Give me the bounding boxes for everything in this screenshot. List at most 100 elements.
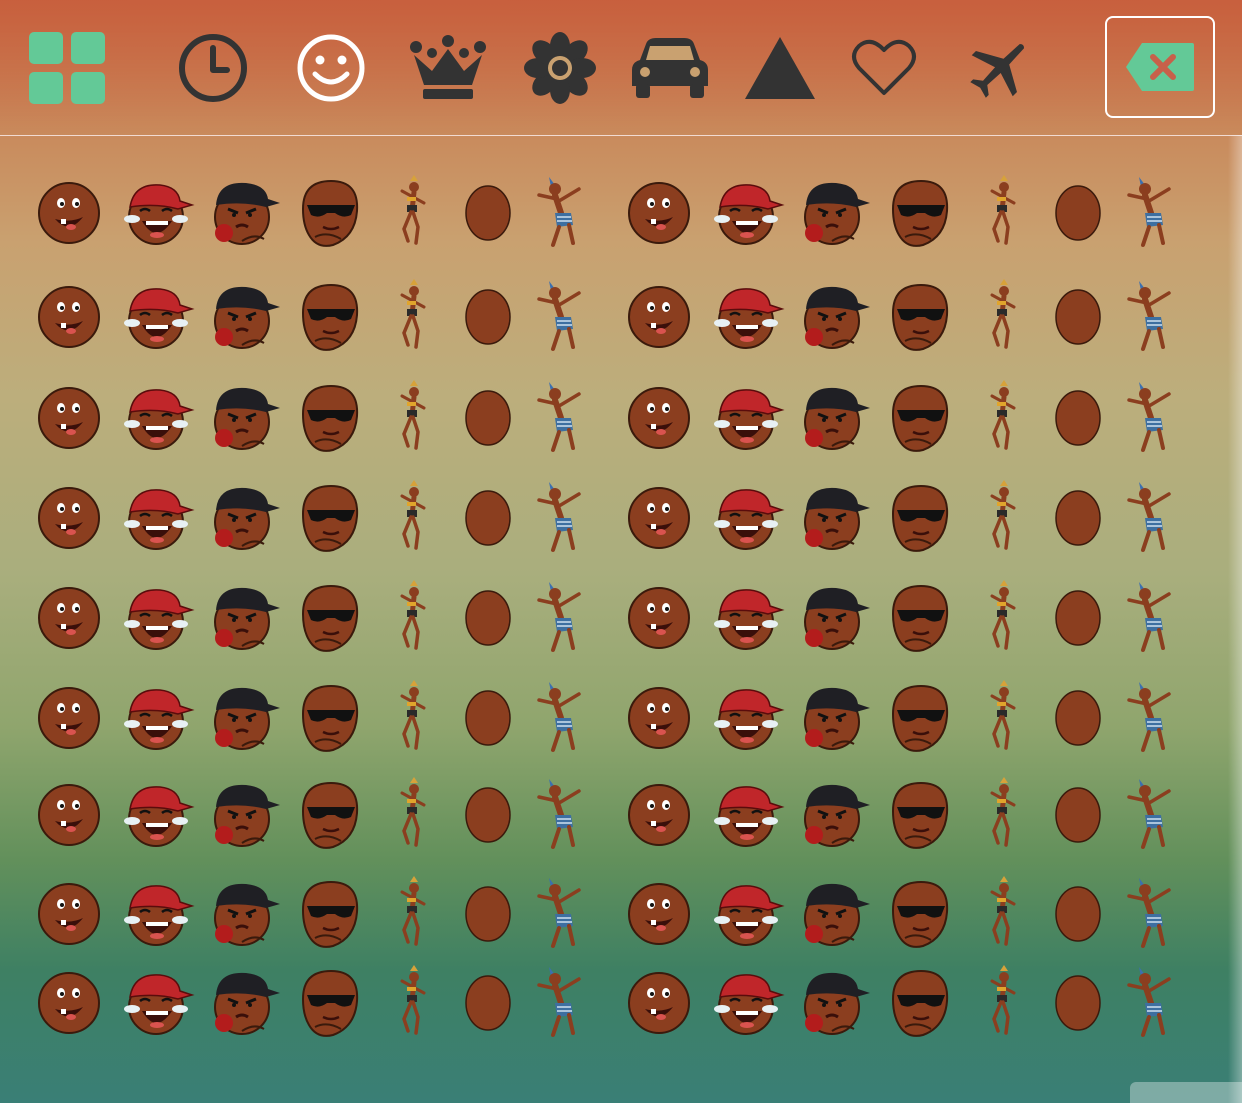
dancing-woman-emoji[interactable] — [964, 480, 1040, 556]
dancing-woman-emoji[interactable] — [964, 876, 1040, 952]
black-cap-angry-emoji[interactable] — [208, 580, 284, 656]
dancing-woman-emoji[interactable] — [964, 965, 1040, 1041]
black-cap-angry-emoji[interactable] — [208, 965, 284, 1041]
dancing-woman-emoji[interactable] — [374, 175, 450, 251]
blank-brown-oval-emoji[interactable] — [1040, 965, 1116, 1041]
dancing-man-emoji[interactable] — [1115, 279, 1191, 355]
red-cap-laughing-emoji[interactable] — [710, 876, 786, 952]
black-cap-angry-emoji[interactable] — [798, 279, 874, 355]
dancing-woman-emoji[interactable] — [964, 680, 1040, 756]
black-cap-angry-emoji[interactable] — [208, 876, 284, 952]
red-cap-laughing-emoji[interactable] — [120, 965, 196, 1041]
blank-brown-oval-emoji[interactable] — [1040, 777, 1116, 853]
blank-brown-oval-emoji[interactable] — [450, 580, 526, 656]
sunglasses-bald-emoji[interactable] — [293, 580, 369, 656]
black-cap-angry-emoji[interactable] — [208, 777, 284, 853]
sunglasses-bald-emoji[interactable] — [883, 175, 959, 251]
blank-brown-oval-emoji[interactable] — [450, 777, 526, 853]
surprised-face-emoji[interactable] — [621, 580, 697, 656]
dancing-woman-emoji[interactable] — [374, 680, 450, 756]
dancing-woman-emoji[interactable] — [374, 777, 450, 853]
sunglasses-bald-emoji[interactable] — [883, 876, 959, 952]
black-cap-angry-emoji[interactable] — [208, 175, 284, 251]
red-cap-laughing-emoji[interactable] — [120, 580, 196, 656]
red-cap-laughing-emoji[interactable] — [710, 680, 786, 756]
dancing-man-emoji[interactable] — [1115, 480, 1191, 556]
red-cap-laughing-emoji[interactable] — [120, 175, 196, 251]
dancing-man-emoji[interactable] — [1115, 965, 1191, 1041]
surprised-face-emoji[interactable] — [31, 680, 107, 756]
sunglasses-bald-emoji[interactable] — [883, 480, 959, 556]
black-cap-angry-emoji[interactable] — [798, 580, 874, 656]
red-cap-laughing-emoji[interactable] — [710, 580, 786, 656]
blank-brown-oval-emoji[interactable] — [450, 876, 526, 952]
sunglasses-bald-emoji[interactable] — [293, 175, 369, 251]
blank-brown-oval-emoji[interactable] — [1040, 580, 1116, 656]
dancing-woman-emoji[interactable] — [374, 965, 450, 1041]
dancing-man-emoji[interactable] — [525, 965, 601, 1041]
dancing-woman-emoji[interactable] — [374, 580, 450, 656]
surprised-face-emoji[interactable] — [621, 876, 697, 952]
dancing-man-emoji[interactable] — [1115, 777, 1191, 853]
blank-brown-oval-emoji[interactable] — [1040, 380, 1116, 456]
sunglasses-bald-emoji[interactable] — [293, 480, 369, 556]
sunglasses-bald-emoji[interactable] — [883, 580, 959, 656]
red-cap-laughing-emoji[interactable] — [120, 279, 196, 355]
dancing-man-emoji[interactable] — [525, 175, 601, 251]
black-cap-angry-emoji[interactable] — [798, 480, 874, 556]
red-cap-laughing-emoji[interactable] — [710, 175, 786, 251]
sunglasses-bald-emoji[interactable] — [293, 965, 369, 1041]
dancing-man-emoji[interactable] — [525, 680, 601, 756]
dancing-man-emoji[interactable] — [525, 480, 601, 556]
sunglasses-bald-emoji[interactable] — [883, 279, 959, 355]
blank-brown-oval-emoji[interactable] — [1040, 876, 1116, 952]
dancing-man-emoji[interactable] — [525, 380, 601, 456]
sunglasses-bald-emoji[interactable] — [293, 680, 369, 756]
dancing-man-emoji[interactable] — [1115, 380, 1191, 456]
red-cap-laughing-emoji[interactable] — [120, 777, 196, 853]
red-cap-laughing-emoji[interactable] — [120, 480, 196, 556]
dancing-man-emoji[interactable] — [1115, 680, 1191, 756]
blank-brown-oval-emoji[interactable] — [450, 175, 526, 251]
red-cap-laughing-emoji[interactable] — [710, 279, 786, 355]
red-cap-laughing-emoji[interactable] — [120, 876, 196, 952]
black-cap-angry-emoji[interactable] — [208, 480, 284, 556]
surprised-face-emoji[interactable] — [31, 580, 107, 656]
blank-brown-oval-emoji[interactable] — [450, 480, 526, 556]
red-cap-laughing-emoji[interactable] — [120, 680, 196, 756]
dancing-man-emoji[interactable] — [525, 279, 601, 355]
blank-brown-oval-emoji[interactable] — [450, 965, 526, 1041]
sunglasses-bald-emoji[interactable] — [883, 680, 959, 756]
black-cap-angry-emoji[interactable] — [208, 380, 284, 456]
red-cap-laughing-emoji[interactable] — [710, 480, 786, 556]
red-cap-laughing-emoji[interactable] — [710, 380, 786, 456]
surprised-face-emoji[interactable] — [31, 175, 107, 251]
blank-brown-oval-emoji[interactable] — [450, 279, 526, 355]
surprised-face-emoji[interactable] — [621, 279, 697, 355]
dancing-man-emoji[interactable] — [1115, 580, 1191, 656]
black-cap-angry-emoji[interactable] — [208, 680, 284, 756]
surprised-face-emoji[interactable] — [621, 480, 697, 556]
surprised-face-emoji[interactable] — [31, 480, 107, 556]
sunglasses-bald-emoji[interactable] — [293, 777, 369, 853]
sunglasses-bald-emoji[interactable] — [293, 876, 369, 952]
dancing-man-emoji[interactable] — [525, 876, 601, 952]
dancing-man-emoji[interactable] — [1115, 175, 1191, 251]
dancing-woman-emoji[interactable] — [964, 279, 1040, 355]
surprised-face-emoji[interactable] — [621, 965, 697, 1041]
black-cap-angry-emoji[interactable] — [798, 680, 874, 756]
dancing-woman-emoji[interactable] — [964, 380, 1040, 456]
blank-brown-oval-emoji[interactable] — [1040, 480, 1116, 556]
blank-brown-oval-emoji[interactable] — [450, 680, 526, 756]
dancing-man-emoji[interactable] — [525, 777, 601, 853]
sunglasses-bald-emoji[interactable] — [883, 965, 959, 1041]
black-cap-angry-emoji[interactable] — [798, 876, 874, 952]
blank-brown-oval-emoji[interactable] — [1040, 175, 1116, 251]
dancing-woman-emoji[interactable] — [374, 380, 450, 456]
dancing-man-emoji[interactable] — [525, 580, 601, 656]
black-cap-angry-emoji[interactable] — [208, 279, 284, 355]
dancing-woman-emoji[interactable] — [374, 480, 450, 556]
sunglasses-bald-emoji[interactable] — [883, 777, 959, 853]
surprised-face-emoji[interactable] — [31, 876, 107, 952]
dancing-woman-emoji[interactable] — [964, 580, 1040, 656]
